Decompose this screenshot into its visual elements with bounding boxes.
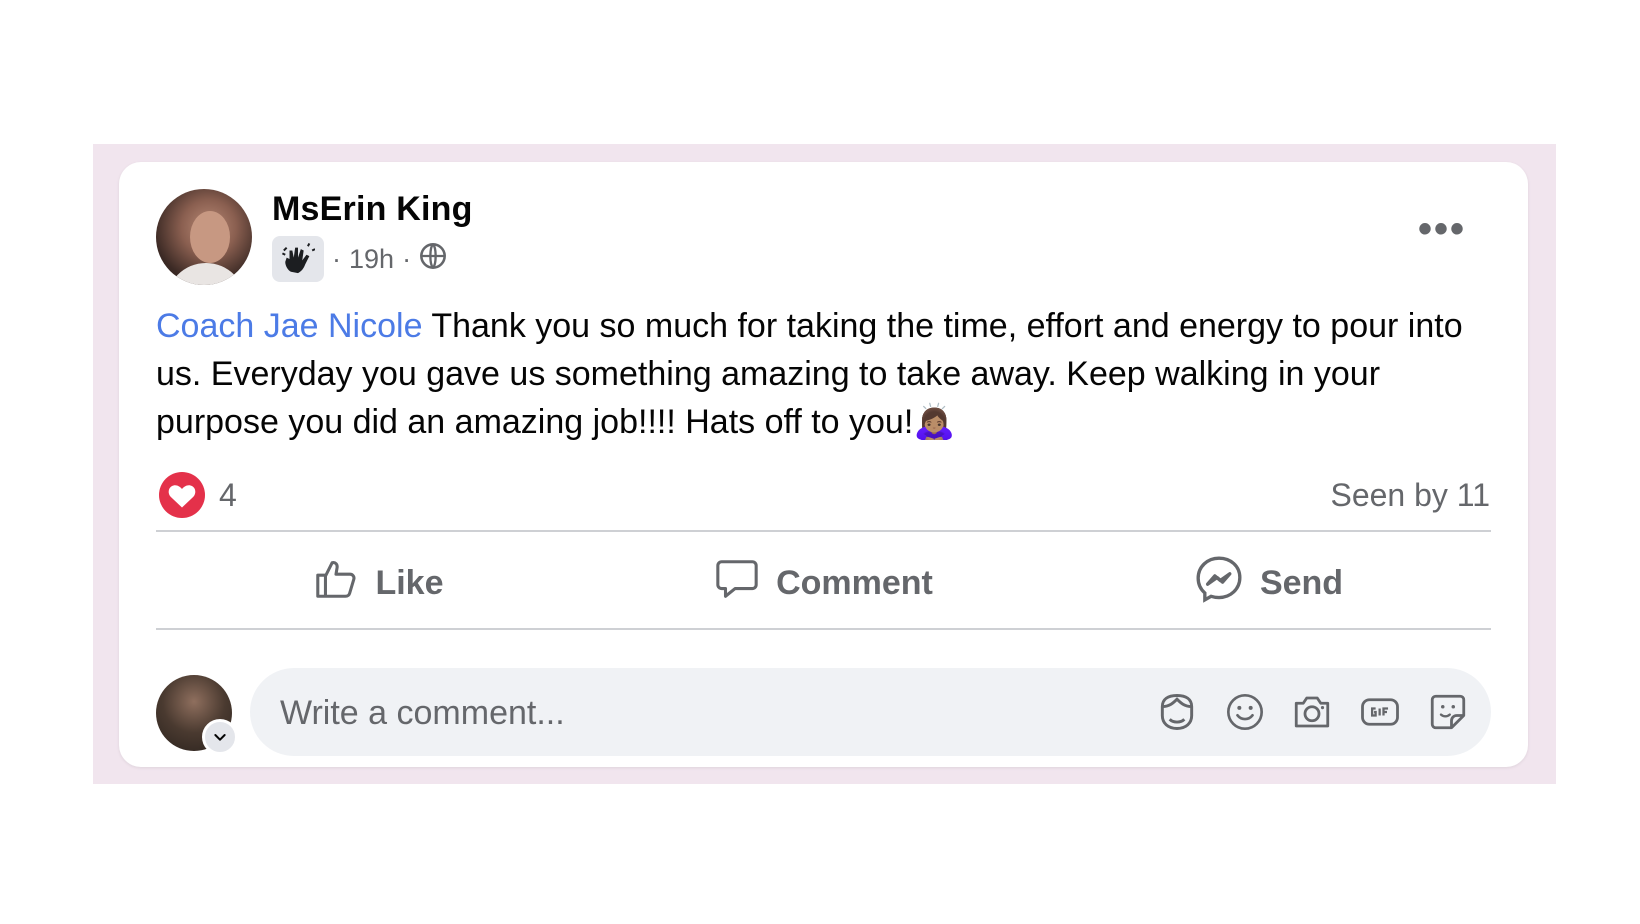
- sticker-icon[interactable]: [1427, 691, 1469, 733]
- commenter-avatar[interactable]: [156, 675, 238, 755]
- thumbs-up-icon: [313, 556, 359, 611]
- bowing-emoji: 🙇🏽‍♀️: [913, 403, 956, 441]
- avatar-face: [190, 211, 230, 263]
- post-meta: · 19h ·: [272, 236, 447, 282]
- seen-by-count[interactable]: Seen by 11: [1330, 477, 1490, 514]
- gif-icon[interactable]: [1359, 691, 1401, 733]
- post-body: Coach Jae Nicole Thank you so much for t…: [156, 302, 1496, 446]
- like-label: Like: [375, 563, 444, 602]
- more-options-button[interactable]: •••: [1418, 209, 1466, 249]
- comment-button[interactable]: Comment: [601, 540, 1046, 626]
- post-time[interactable]: 19h: [349, 244, 394, 275]
- reaction-summary[interactable]: 4: [159, 472, 237, 518]
- post-card: MsErin King · 19h · ••• Coach Jae Nicole…: [119, 162, 1528, 767]
- comment-label: Comment: [776, 563, 933, 602]
- comment-input[interactable]: [278, 668, 1062, 758]
- avatar-sticker-icon[interactable]: [1155, 690, 1199, 734]
- send-label: Send: [1259, 563, 1344, 602]
- heart-reaction-icon: [159, 472, 205, 518]
- send-button[interactable]: Send: [1046, 540, 1491, 626]
- meta-separator: ·: [402, 243, 412, 274]
- camera-icon[interactable]: [1291, 691, 1333, 733]
- globe-icon: [419, 242, 447, 277]
- divider: [156, 530, 1491, 532]
- reaction-count: 4: [219, 476, 237, 513]
- divider: [156, 628, 1491, 630]
- mention-link[interactable]: Coach Jae Nicole: [156, 307, 422, 345]
- action-bar: Like Comment Send: [156, 540, 1491, 626]
- author-name[interactable]: MsErin King: [272, 190, 473, 229]
- like-button[interactable]: Like: [156, 540, 601, 626]
- comment-bubble-icon: [714, 556, 760, 611]
- comment-box: [250, 668, 1491, 758]
- author-avatar[interactable]: [156, 189, 252, 285]
- emoji-icon[interactable]: [1225, 692, 1265, 732]
- chevron-down-icon[interactable]: [202, 719, 238, 755]
- waving-hand-icon[interactable]: [272, 236, 324, 282]
- messenger-icon: [1194, 554, 1244, 613]
- avatar-shirt: [166, 263, 246, 285]
- comment-tools: [1155, 668, 1469, 756]
- meta-separator: ·: [332, 243, 341, 274]
